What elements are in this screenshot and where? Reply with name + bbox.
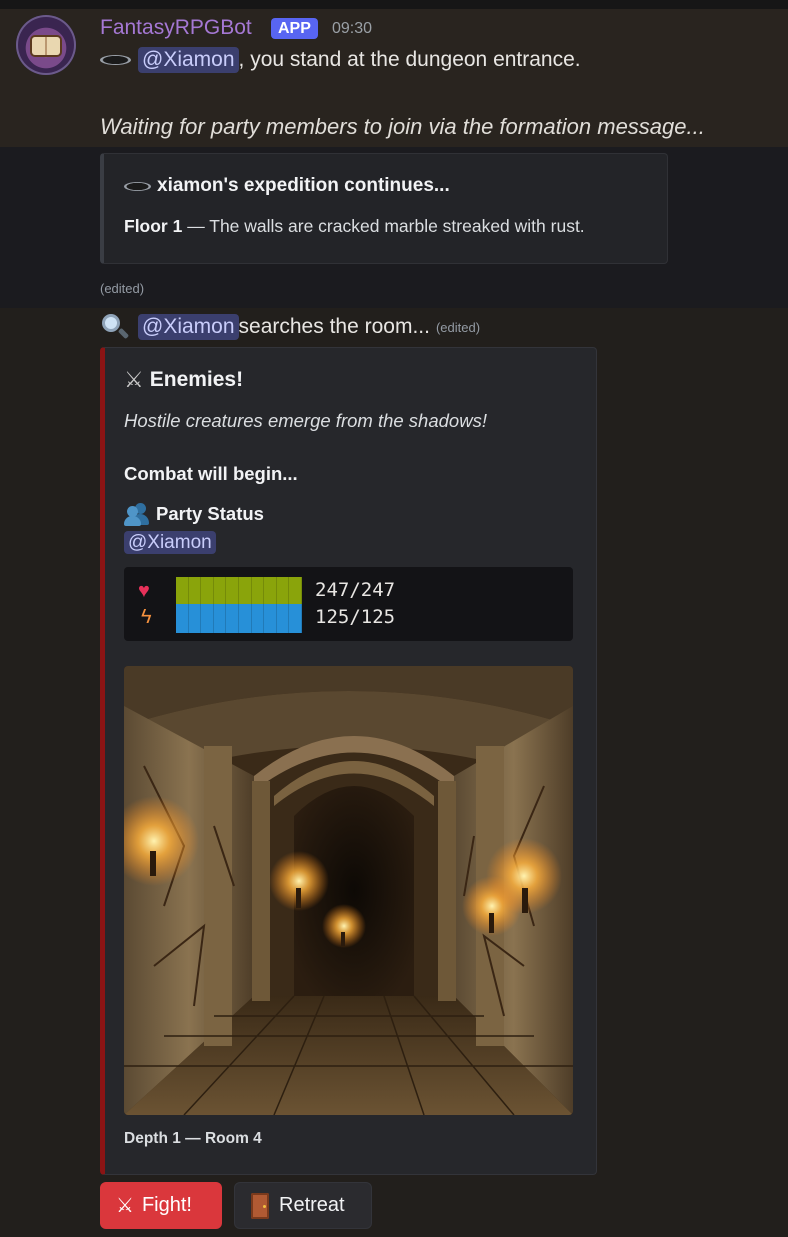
avatar[interactable] (16, 15, 76, 75)
party-status-heading: Party Status (124, 502, 264, 526)
embed-title-text: xiamon's expedition continues... (157, 175, 450, 196)
search-message: @Xiamon searches the room... (edited) (100, 312, 480, 342)
message-text: , you stand at the dungeon entrance. (238, 48, 581, 71)
user-mention[interactable]: @Xiamon (138, 314, 239, 340)
combat-text: Combat will begin... (124, 463, 298, 484)
user-mention[interactable]: @Xiamon (124, 531, 216, 554)
crossed-swords-icon: ⚔ (124, 367, 144, 392)
waiting-text: Waiting for party members to join via th… (100, 114, 705, 139)
floor-label: Floor 1 (124, 216, 183, 236)
embed-description: Floor 1 — The walls are cracked marble s… (124, 216, 585, 237)
top-bar (0, 0, 788, 9)
retreat-button[interactable]: Retreat (234, 1182, 372, 1229)
mp-bar (176, 604, 302, 633)
embed-footer: Depth 1 — Room 4 (124, 1130, 262, 1147)
embed-title-text: Enemies! (149, 368, 244, 391)
hole-icon (124, 181, 151, 191)
retreat-label: Retreat (279, 1194, 345, 1216)
timestamp: 09:30 (332, 20, 373, 37)
enemies-embed: ⚔ Enemies! Hostile creatures emerge from… (100, 347, 597, 1175)
embed-subtitle: Hostile creatures emerge from the shadow… (124, 410, 487, 431)
edited-label: (edited) (435, 319, 481, 335)
stat-block: ♥ ϟ 247/247 125/125 (124, 567, 573, 641)
embed-title: ⚔ Enemies! (124, 367, 243, 393)
username[interactable]: FantasyRPGBot (100, 16, 252, 40)
heart-icon: ♥ (138, 580, 150, 602)
door-icon (251, 1192, 269, 1219)
search-text: searches the room... (238, 315, 430, 338)
floor-text: — The walls are cracked marble streaked … (182, 216, 585, 236)
crossed-swords-icon: ⚔ (116, 1195, 134, 1217)
party-icon (124, 502, 150, 526)
dungeon-image[interactable] (124, 666, 573, 1115)
party-member-mention: @Xiamon (124, 531, 216, 554)
message-line: @Xiamon , you stand at the dungeon entra… (100, 47, 581, 73)
magnifier-icon (100, 312, 130, 342)
edited-label: (edited) (100, 281, 145, 296)
fight-label: Fight! (141, 1194, 192, 1216)
hp-bar (176, 577, 302, 606)
embed-title: xiamon's expedition continues... (124, 175, 450, 197)
mp-value: 125/125 (315, 606, 396, 628)
hp-value: 247/247 (315, 579, 396, 601)
app-badge: APP (271, 18, 318, 39)
fight-button[interactable]: ⚔ Fight! (100, 1182, 222, 1229)
party-status-label: Party Status (156, 503, 264, 524)
expedition-embed: xiamon's expedition continues... Floor 1… (100, 153, 668, 264)
lightning-icon: ϟ (141, 606, 152, 628)
user-mention[interactable]: @Xiamon (138, 47, 239, 73)
hole-icon (100, 55, 131, 65)
book-icon (32, 37, 60, 55)
